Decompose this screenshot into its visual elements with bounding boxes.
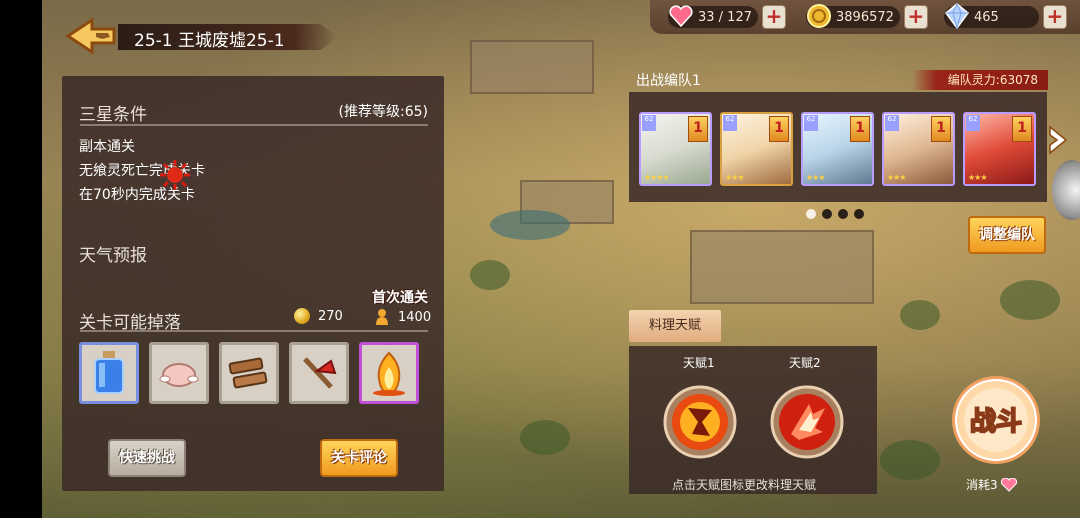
screen-edge	[0, 0, 42, 518]
next-team-arrow-icon[interactable]	[1046, 124, 1070, 156]
page-dot-4[interactable]	[854, 209, 864, 219]
heart-icon	[1000, 477, 1017, 492]
stage-info-panel: 三星条件 (推荐等级:65) 副本通关 无飨灵死亡完成关卡 在70秒内完成关卡 …	[62, 76, 444, 491]
hero-stars: ★★★	[806, 173, 825, 182]
recommended-level: (推荐等级:65)	[338, 104, 428, 120]
hero-stars: ★★★	[887, 173, 906, 182]
battle-label: 战斗	[970, 407, 1022, 437]
battle-button[interactable]: 战斗	[950, 374, 1042, 466]
hero-level: 62	[885, 115, 899, 131]
hero-stars: ★★★	[968, 173, 987, 182]
gold-coin-icon	[807, 4, 831, 28]
blue-potion-icon	[94, 351, 124, 394]
hero-card-count: 1	[769, 116, 789, 142]
side-menu-orb[interactable]	[1052, 160, 1080, 220]
page-dot-2[interactable]	[822, 209, 832, 219]
stage-title: 25-1 王城废墟25-1	[134, 31, 285, 51]
hero-stars: ★★★	[725, 173, 744, 182]
drop-item-axe[interactable]	[289, 342, 349, 404]
hero-slot-5[interactable]: 62 1 ★★★	[963, 112, 1036, 186]
talent-2-icon[interactable]	[769, 384, 845, 460]
drop-item-flame[interactable]	[359, 342, 419, 404]
reward-gold: 270	[294, 308, 343, 324]
hero-card-count: 1	[1012, 116, 1032, 142]
page-dot-3[interactable]	[838, 209, 848, 219]
stamina-resource: 33 / 127 +	[668, 5, 786, 29]
map-tree	[880, 440, 940, 480]
reward-exp-value: 1400	[398, 309, 432, 325]
weather-title: 天气预报	[79, 246, 147, 266]
add-stamina-button[interactable]: +	[762, 5, 786, 29]
hero-stars: ★★★★	[644, 173, 670, 182]
hero-slot-1[interactable]: 62 1 ★★★★	[639, 112, 712, 186]
condition-1: 副本通关	[79, 139, 135, 155]
crystal-resource: 465 +	[944, 3, 1067, 29]
stage-review-button[interactable]: 关卡评论	[320, 439, 398, 477]
back-arrow-icon[interactable]	[62, 16, 122, 56]
drop-item-blue-potion[interactable]	[79, 342, 139, 404]
cooking-talent-tab[interactable]: 料理天赋	[629, 310, 721, 342]
map-tree	[1000, 280, 1060, 320]
sun-icon	[160, 160, 190, 190]
reward-exp: 1400	[374, 308, 431, 326]
gold-coin-icon	[294, 308, 310, 324]
quick-challenge-button[interactable]: 快速挑战	[108, 439, 186, 477]
map-tree	[470, 260, 510, 290]
hero-level: 62	[723, 115, 737, 131]
team-page-dots	[806, 209, 864, 219]
add-gold-button[interactable]: +	[903, 5, 928, 29]
hero-slot-4[interactable]: 62 1 ★★★	[882, 112, 955, 186]
heart-icon	[669, 5, 693, 28]
hero-slot-3[interactable]: 62 1 ★★★	[801, 112, 874, 186]
add-crystal-button[interactable]: +	[1042, 5, 1067, 29]
team-power: 编队灵力:63078	[912, 70, 1048, 90]
hero-card-count: 1	[850, 116, 870, 142]
talent-1-icon[interactable]	[662, 384, 738, 460]
axe-icon	[303, 357, 337, 389]
hero-card-count: 1	[931, 116, 951, 142]
team-title: 出战编队1	[636, 73, 701, 89]
map-oasis	[490, 210, 570, 240]
drop-item-wood[interactable]	[219, 342, 279, 404]
talent-1-label: 天赋1	[683, 356, 715, 370]
chicken-icon	[159, 363, 199, 387]
hero-level: 62	[642, 115, 656, 131]
talent-2-label: 天赋2	[789, 356, 821, 370]
hero-slot-2[interactable]: 62 1 ★★★	[720, 112, 793, 186]
drop-item-chicken[interactable]	[149, 342, 209, 404]
gold-resource: 3896572 +	[806, 4, 928, 29]
map-tree	[900, 300, 940, 330]
divider	[80, 124, 428, 126]
divider	[80, 330, 428, 332]
page-dot-1[interactable]	[806, 209, 816, 219]
team-panel: 62 1 ★★★★ 62 1 ★★★ 62 1 ★★★ 62 1 ★★★ 62 …	[629, 92, 1047, 202]
resource-bar: 33 / 127 + 3896572 + 465 +	[650, 0, 1080, 34]
map-ruin	[470, 40, 594, 94]
wood-icon	[228, 357, 268, 389]
exp-icon	[376, 309, 388, 325]
reward-gold-value: 270	[318, 308, 343, 324]
map-ruin	[690, 230, 874, 304]
battle-cost-label: 消耗3	[966, 478, 998, 492]
hero-level: 62	[804, 115, 818, 131]
adjust-team-button[interactable]: 调整编队	[968, 216, 1046, 254]
flame-icon	[373, 351, 405, 396]
hero-level: 62	[966, 115, 980, 131]
hero-card-count: 1	[688, 116, 708, 142]
talent-hint: 点击天赋图标更改料理天赋	[672, 478, 817, 492]
first-clear-label: 首次通关	[372, 290, 428, 306]
battle-cost: 消耗3	[966, 476, 1017, 493]
three-star-title: 三星条件	[79, 105, 147, 125]
map-tree	[520, 420, 570, 455]
crystal-icon	[944, 3, 970, 29]
